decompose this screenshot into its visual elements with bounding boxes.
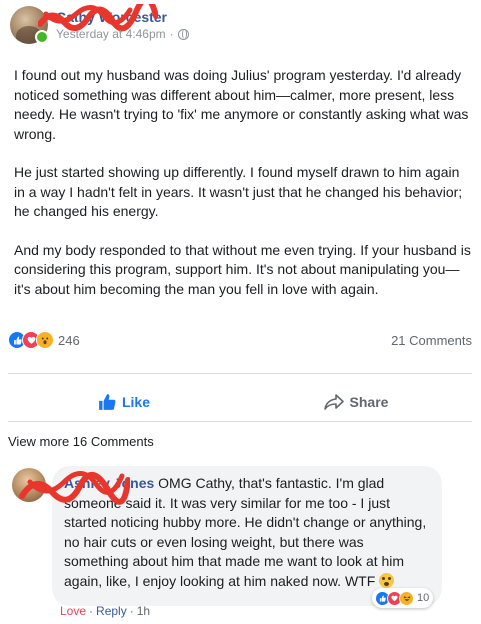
- comment-age[interactable]: 1h: [137, 604, 150, 618]
- reactions-summary: 246 21 Comments: [8, 330, 472, 350]
- comment-reply-link[interactable]: Reply: [96, 604, 127, 618]
- share-button-label: Share: [349, 394, 389, 410]
- flushed-face-emoji: [379, 572, 395, 588]
- like-button[interactable]: Like: [8, 384, 240, 420]
- action-separator: ·: [129, 604, 134, 618]
- post-paragraph: And my body responded to that without me…: [14, 241, 471, 297]
- share-arrow-icon: [323, 394, 344, 410]
- haha-icon: [399, 590, 414, 606]
- comment-reactions[interactable]: 10: [372, 588, 434, 608]
- wow-icon: [36, 331, 54, 349]
- post-timestamp[interactable]: Yesterday at 4:46pm: [56, 27, 166, 41]
- share-button[interactable]: Share: [240, 384, 472, 420]
- post-meta: Yesterday at 4:46pm ·: [56, 27, 189, 41]
- action-separator: ·: [89, 604, 94, 618]
- comment-reaction-count: 10: [417, 592, 430, 604]
- thumbs-up-icon: [99, 394, 116, 410]
- comment-love-link[interactable]: Love: [60, 604, 86, 618]
- post-body: I found out my husband was doing Julius'…: [14, 66, 474, 318]
- meta-separator: ·: [169, 27, 174, 41]
- divider: [8, 421, 472, 422]
- view-more-comments-link[interactable]: View more 16 Comments: [8, 434, 154, 449]
- divider: [8, 373, 472, 374]
- online-status-indicator: [35, 30, 49, 44]
- post-paragraph: He just started showing up differently. …: [14, 164, 463, 219]
- like-button-label: Like: [121, 394, 150, 410]
- globe-icon[interactable]: [177, 28, 189, 40]
- reaction-icons-group[interactable]: 246: [8, 331, 80, 349]
- comment-actions: Love · Reply · 1h: [60, 604, 150, 618]
- comments-count[interactable]: 21 Comments: [391, 333, 472, 348]
- post-action-bar: Like Share: [8, 384, 472, 420]
- post-paragraph: I found out my husband was doing Julius'…: [14, 67, 469, 142]
- redaction-scribble: [19, 471, 130, 505]
- reaction-count[interactable]: 246: [58, 333, 80, 348]
